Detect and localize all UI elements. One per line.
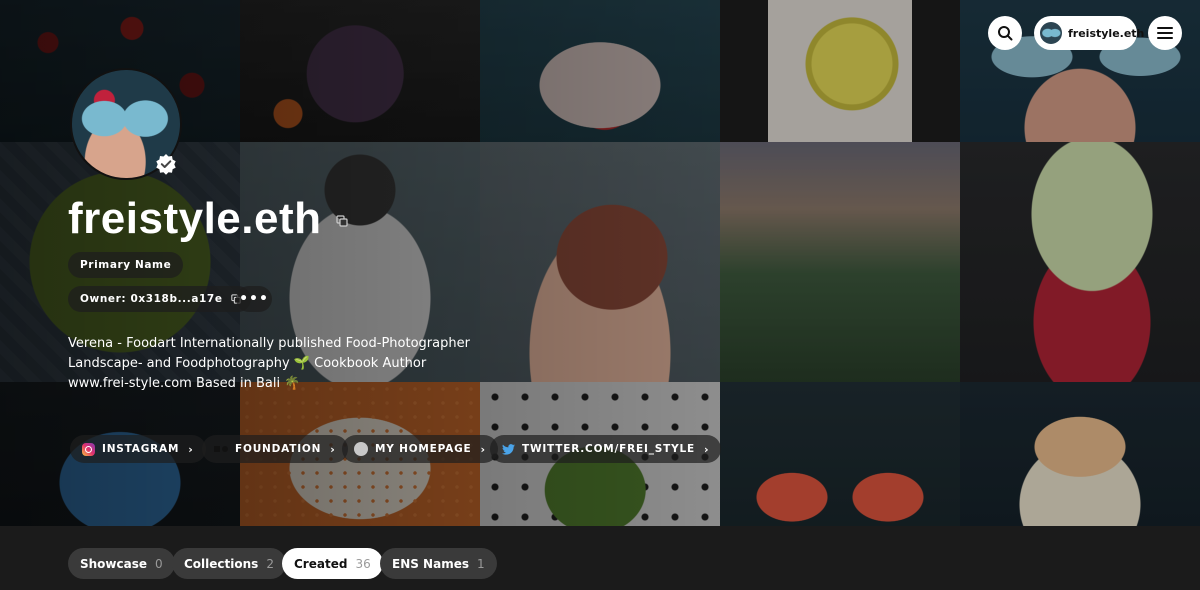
tab-count: 2: [266, 556, 274, 571]
tab-created[interactable]: Created 36: [282, 548, 383, 579]
artwork-tile[interactable]: [960, 382, 1200, 526]
verified-badge-icon: [156, 154, 176, 175]
artwork-tile[interactable]: [720, 0, 960, 142]
tab-collections[interactable]: Collections 2: [172, 548, 286, 579]
more-icon: •••: [239, 291, 269, 307]
link-foundation[interactable]: FOUNDATION ›: [202, 435, 348, 463]
link-label: MY HOMEPAGE: [375, 443, 472, 455]
profile-bio: Verena - Foodart Internationally publish…: [68, 336, 470, 391]
tab-count: 1: [477, 556, 485, 571]
search-button[interactable]: [988, 16, 1022, 50]
artwork-tile[interactable]: [720, 142, 960, 382]
profile-page: freistyle.eth freistyle.eth Primary Name…: [0, 0, 1200, 590]
foundation-icon: [214, 446, 228, 452]
instagram-icon: [82, 442, 95, 456]
artwork-tile[interactable]: [960, 142, 1200, 382]
chevron-right-icon: ›: [330, 442, 336, 456]
tab-count: 36: [355, 556, 371, 571]
primary-name-label: Primary Name: [80, 259, 172, 271]
owner-address: Owner: 0x318b...a17e: [80, 293, 223, 305]
hamburger-menu-icon: [1157, 27, 1173, 39]
tab-label: Showcase: [80, 556, 148, 571]
search-icon: [998, 26, 1013, 41]
tab-label: ENS Names: [392, 556, 469, 571]
tab-showcase[interactable]: Showcase 0: [68, 548, 175, 579]
artwork-tile[interactable]: [480, 0, 720, 142]
avatar: [1040, 22, 1062, 44]
link-twitter[interactable]: TWITTER.COM/FREI_STYLE ›: [490, 435, 722, 463]
artwork-tile[interactable]: [480, 142, 720, 382]
tab-count: 0: [155, 556, 163, 571]
chevron-right-icon: ›: [480, 442, 486, 456]
page-title: freistyle.eth: [68, 194, 322, 243]
link-label: INSTAGRAM: [102, 443, 180, 455]
link-label: FOUNDATION: [235, 443, 322, 455]
menu-button[interactable]: [1148, 16, 1182, 50]
primary-name-badge: Primary Name: [68, 252, 184, 278]
link-instagram[interactable]: INSTAGRAM ›: [70, 435, 206, 463]
link-homepage[interactable]: MY HOMEPAGE ›: [342, 435, 498, 463]
copy-icon[interactable]: [336, 215, 348, 227]
artwork-tile[interactable]: [720, 382, 960, 526]
tab-label: Created: [294, 556, 348, 571]
chevron-right-icon: ›: [703, 442, 710, 456]
link-label: TWITTER.COM/FREI_STYLE: [522, 443, 695, 455]
chevron-right-icon: ›: [188, 442, 194, 456]
more-options-button[interactable]: •••: [236, 286, 272, 312]
account-name: freistyle.eth: [1068, 26, 1145, 40]
tab-label: Collections: [184, 556, 259, 571]
tab-ens-names[interactable]: ENS Names 1: [380, 548, 497, 579]
account-button[interactable]: freistyle.eth: [1034, 16, 1144, 50]
globe-icon: [354, 442, 368, 456]
owner-address-pill[interactable]: Owner: 0x318b...a17e: [68, 286, 251, 312]
artwork-tile[interactable]: [240, 0, 480, 142]
profile-tab-bar: Showcase 0 Collections 2 Created 36 ENS …: [0, 526, 1200, 590]
twitter-icon: [502, 443, 515, 455]
